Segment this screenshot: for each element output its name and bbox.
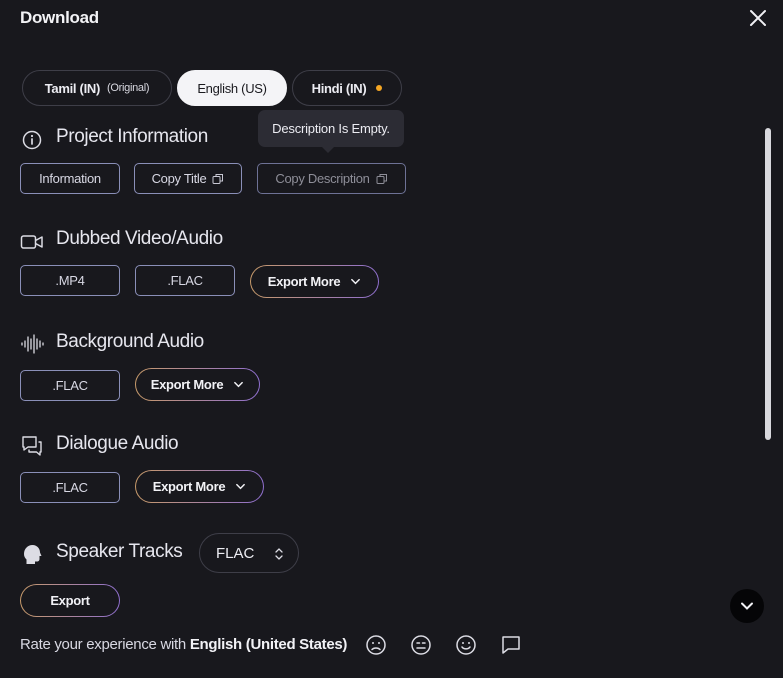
flac-button[interactable]: .FLAC xyxy=(20,370,120,401)
info-icon xyxy=(22,130,42,150)
close-icon[interactable] xyxy=(746,6,770,30)
copy-icon xyxy=(212,173,224,184)
export-more-button[interactable]: Export More xyxy=(135,368,260,401)
flac-label: .FLAC xyxy=(52,480,88,495)
happy-face-icon[interactable] xyxy=(454,633,478,657)
chevron-down-icon xyxy=(234,381,244,388)
speaker-head-icon xyxy=(24,545,42,564)
video-camera-icon xyxy=(20,235,43,249)
flac-button[interactable]: .FLAC xyxy=(20,472,120,503)
rating-language: English (United States) xyxy=(189,636,348,653)
tab-original-note: (Original) xyxy=(107,82,150,94)
chevron-down-icon xyxy=(741,602,753,610)
section-title-dialogue: Dialogue Audio xyxy=(56,433,179,454)
tab-english-label: English (US) xyxy=(197,80,267,96)
section-title-speaker: Speaker Tracks xyxy=(56,541,183,562)
section-title-background: Background Audio xyxy=(56,331,204,352)
feedback-icon[interactable] xyxy=(499,633,523,657)
tab-hindi-label: Hindi (IN) xyxy=(311,80,367,96)
dialog-title: Download xyxy=(20,8,99,27)
scroll-down-button[interactable] xyxy=(730,589,764,623)
export-more-button[interactable]: Export More xyxy=(250,265,379,298)
tab-tamil-label: Tamil (IN) xyxy=(44,80,101,96)
copy-icon xyxy=(376,173,387,184)
section-title-dubbed: Dubbed Video/Audio xyxy=(56,228,223,249)
status-dot xyxy=(376,85,383,91)
waveform-icon xyxy=(21,334,44,354)
export-label: Export xyxy=(50,593,90,608)
chevron-down-icon xyxy=(236,483,246,490)
copy-title-label: Copy Title xyxy=(151,171,207,186)
tooltip: Description Is Empty. xyxy=(258,110,404,153)
section-title-project-info: Project Information xyxy=(56,126,208,147)
information-button-label: Information xyxy=(39,171,101,186)
tab-hindi[interactable]: Hindi (IN) xyxy=(292,70,402,106)
copy-title-button[interactable]: Copy Title xyxy=(134,163,242,194)
chat-bubbles-icon xyxy=(22,436,42,456)
updown-chevron-icon xyxy=(275,548,283,560)
export-button[interactable]: Export xyxy=(20,584,120,617)
chevron-down-icon xyxy=(351,278,361,285)
export-more-label: Export More xyxy=(150,377,224,392)
rating-prefix: Rate your experience with xyxy=(20,636,186,653)
flac-label: .FLAC xyxy=(167,273,203,288)
scrollbar[interactable] xyxy=(765,128,771,440)
tab-english[interactable]: English (US) xyxy=(177,70,287,106)
information-button[interactable]: Information xyxy=(20,163,120,194)
mp4-button[interactable]: .MP4 xyxy=(20,265,120,296)
tab-tamil[interactable]: Tamil (IN) (Original) xyxy=(22,70,172,106)
export-more-label: Export More xyxy=(152,479,226,494)
copy-description-button[interactable]: Copy Description xyxy=(257,163,406,194)
format-select[interactable]: FLAC xyxy=(199,533,299,573)
flac-button[interactable]: .FLAC xyxy=(135,265,235,296)
format-select-value: FLAC xyxy=(216,544,255,562)
flac-label: .FLAC xyxy=(52,378,88,393)
export-more-label: Export More xyxy=(267,274,341,289)
sad-face-icon[interactable] xyxy=(364,633,388,657)
export-more-button[interactable]: Export More xyxy=(135,470,264,503)
copy-description-label: Copy Description xyxy=(275,171,370,186)
neutral-face-icon[interactable] xyxy=(409,633,433,657)
rating-prompt: Rate your experience with English (Unite… xyxy=(20,636,347,653)
mp4-label: .MP4 xyxy=(55,273,85,288)
